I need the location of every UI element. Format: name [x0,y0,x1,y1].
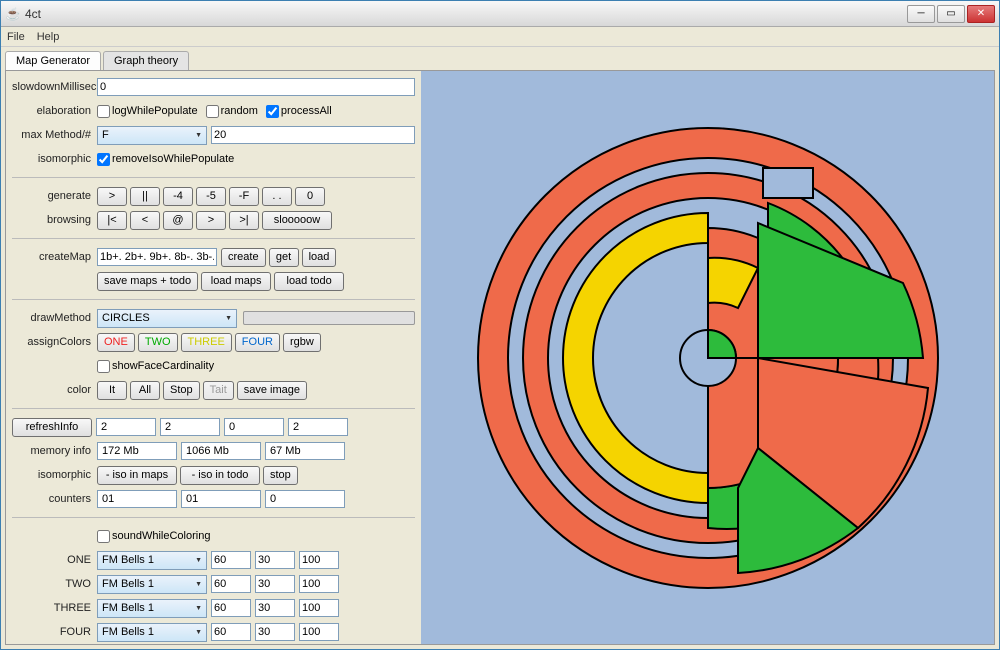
isomorphic-label: isomorphic [12,153,97,165]
sound-one-combo[interactable]: FM Bells 1 [97,551,207,570]
info-v2: 2 [160,418,220,436]
max-method-label: max Method/# [12,129,97,141]
sound-two-a[interactable] [211,575,251,593]
tab-graph-theory[interactable]: Graph theory [103,51,189,70]
browse-last[interactable]: >| [229,211,259,230]
refresh-info-button[interactable]: refreshInfo [12,418,92,437]
create-map-input[interactable] [97,248,217,266]
sound-one-a[interactable] [211,551,251,569]
tait-button: Tait [203,381,234,400]
remove-iso-check[interactable] [97,153,110,166]
mem-v1: 172 Mb [97,442,177,460]
tab-map-generator[interactable]: Map Generator [5,51,101,70]
menu-file[interactable]: File [7,31,25,43]
maximize-button[interactable]: ▭ [937,5,965,23]
browse-next[interactable]: > [196,211,226,230]
max-method-combo[interactable]: F [97,126,207,145]
sound-two-combo[interactable]: FM Bells 1 [97,575,207,594]
color-one-button[interactable]: ONE [97,333,135,352]
browse-at[interactable]: @ [163,211,193,230]
tabbar: Map Generator Graph theory [1,47,999,70]
iso-in-maps-button[interactable]: - iso in maps [97,466,177,485]
color-three-button[interactable]: THREE [181,333,232,352]
counter-v2: 01 [181,490,261,508]
sound-three-c[interactable] [299,599,339,617]
assign-colors-label: assignColors [12,336,97,348]
slowdown-label: slowdownMillisec [12,81,97,93]
map-canvas [421,71,994,644]
titlebar: ☕ 4ct ─ ▭ ✕ [1,1,999,27]
gen-btn-m5[interactable]: -5 [196,187,226,206]
show-face-cardinality-check[interactable] [97,360,110,373]
sound-two-c[interactable] [299,575,339,593]
load-button[interactable]: load [302,248,337,267]
sound-two-b[interactable] [255,575,295,593]
info-v1: 2 [96,418,156,436]
color-all-button[interactable]: All [130,381,160,400]
memory-info-label: memory info [12,445,97,457]
process-all-check[interactable] [266,105,279,118]
menubar: File Help [1,27,999,47]
browse-slow[interactable]: slooooow [262,211,332,230]
settings-panel: slowdownMillisec elaboration logWhilePop… [6,71,421,644]
generate-label: generate [12,190,97,202]
create-map-label: createMap [12,251,97,263]
draw-method-slider[interactable] [243,311,415,325]
info-v4: 2 [288,418,348,436]
browse-prev[interactable]: < [130,211,160,230]
menu-help[interactable]: Help [37,31,60,43]
sound-four-combo[interactable]: FM Bells 1 [97,623,207,642]
color-label: color [12,384,97,396]
minimize-button[interactable]: ─ [907,5,935,23]
browse-first[interactable]: |< [97,211,127,230]
save-maps-button[interactable]: save maps + todo [97,272,198,291]
max-method-num[interactable] [211,126,415,144]
sound-three-combo[interactable]: FM Bells 1 [97,599,207,618]
close-button[interactable]: ✕ [967,5,995,23]
java-icon: ☕ [5,6,21,22]
gen-btn-dots[interactable]: . . [262,187,292,206]
load-todo-button[interactable]: load todo [274,272,344,291]
sound-four-b[interactable] [255,623,295,641]
mem-v2: 1066 Mb [181,442,261,460]
gen-btn-play[interactable]: > [97,187,127,206]
sound-four-a[interactable] [211,623,251,641]
random-check[interactable] [206,105,219,118]
sound-three-b[interactable] [255,599,295,617]
create-button[interactable]: create [221,248,266,267]
counters-label: counters [12,493,97,505]
get-button[interactable]: get [269,248,299,267]
load-maps-button[interactable]: load maps [201,272,271,291]
isomorphic2-label: isomorphic [12,469,97,481]
iso-stop-button[interactable]: stop [263,466,298,485]
slowdown-input[interactable] [97,78,415,96]
draw-method-label: drawMethod [12,312,97,324]
gen-btn-0[interactable]: 0 [295,187,325,206]
color-it-button[interactable]: It [97,381,127,400]
gen-btn-pause[interactable]: || [130,187,160,206]
color-stop-button[interactable]: Stop [163,381,200,400]
draw-method-combo[interactable]: CIRCLES [97,309,237,328]
sound-one-b[interactable] [255,551,295,569]
elaboration-label: elaboration [12,105,97,117]
counter-v1: 01 [97,490,177,508]
map-drawing [458,108,958,608]
save-image-button[interactable]: save image [237,381,307,400]
color-two-button[interactable]: TWO [138,333,178,352]
gen-btn-m4[interactable]: -4 [163,187,193,206]
sound-one-c[interactable] [299,551,339,569]
counter-v3: 0 [265,490,345,508]
window-title: 4ct [25,7,907,21]
iso-in-todo-button[interactable]: - iso in todo [180,466,260,485]
browsing-label: browsing [12,214,97,226]
rgbw-button[interactable]: rgbw [283,333,321,352]
color-four-button[interactable]: FOUR [235,333,280,352]
info-v3: 0 [224,418,284,436]
log-while-populate-check[interactable] [97,105,110,118]
sound-four-c[interactable] [299,623,339,641]
sound-three-a[interactable] [211,599,251,617]
gen-btn-mf[interactable]: -F [229,187,259,206]
sound-while-coloring-check[interactable] [97,530,110,543]
mem-v3: 67 Mb [265,442,345,460]
